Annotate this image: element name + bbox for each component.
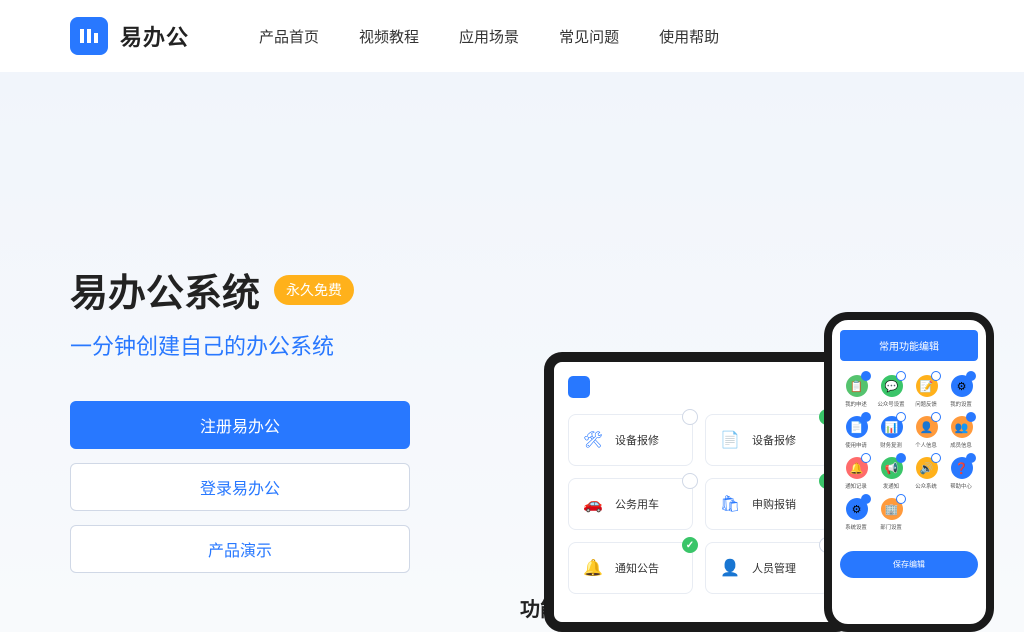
- hero-left: 易办公系统 永久免费 一分钟创建自己的办公系统 注册易办公 登录易办公 产品演示: [70, 142, 410, 632]
- hero-section: 易办公系统 永久免费 一分钟创建自己的办公系统 注册易办公 登录易办公 产品演示…: [0, 72, 1024, 632]
- tile-check-icon[interactable]: [682, 537, 698, 553]
- phone-app-check-icon[interactable]: [896, 453, 906, 463]
- main-nav: 产品首页 视频教程 应用场景 常见问题 使用帮助: [259, 26, 719, 47]
- phone-app-label: 公众系统: [916, 481, 938, 489]
- phone-app-label: 通知记录: [846, 481, 868, 489]
- phone-app-check-icon[interactable]: [896, 494, 906, 504]
- phone-app[interactable]: 📢发通知: [875, 453, 908, 490]
- tile-label: 设备报修: [615, 432, 659, 448]
- phone-app-check-icon[interactable]: [861, 453, 871, 463]
- phone-app-label: 部门设置: [881, 522, 903, 530]
- phone-app[interactable]: ⚙系统设置: [840, 494, 873, 531]
- tile-icon: 📄: [716, 426, 744, 454]
- tablet-tile[interactable]: 📄 设备报修: [705, 414, 830, 466]
- phone-app-label: 个人信息: [916, 440, 938, 448]
- tile-icon: 🔔: [579, 554, 607, 582]
- phone-app[interactable]: 💬公众号设置: [875, 371, 908, 408]
- phone-app-check-icon[interactable]: [931, 412, 941, 422]
- nav-item-home[interactable]: 产品首页: [259, 26, 319, 47]
- tile-label: 申购报销: [752, 496, 796, 512]
- nav-item-faq[interactable]: 常见问题: [559, 26, 619, 47]
- phone-app-label: 使用申请: [846, 440, 868, 448]
- phone-app-label: 发通知: [883, 481, 899, 489]
- device-preview: 🛠 设备报修 📄 设备报修 🚗 公务用车 🛍 申购报销 🔔 通知公告 👤 人员管理 常用功能编辑 📋我…: [544, 312, 994, 632]
- tile-label: 公务用车: [615, 496, 659, 512]
- phone-app-check-icon[interactable]: [861, 494, 871, 504]
- phone-header: 常用功能编辑: [840, 330, 978, 361]
- tablet-logo-icon: [568, 376, 590, 398]
- phone-app-check-icon[interactable]: [931, 453, 941, 463]
- nav-item-video[interactable]: 视频教程: [359, 26, 419, 47]
- phone-app[interactable]: 🏢部门设置: [875, 494, 908, 531]
- tile-check-icon[interactable]: [682, 409, 698, 425]
- phone-app-check-icon[interactable]: [861, 412, 871, 422]
- phone-app-label: 问题反馈: [916, 399, 938, 407]
- phone-app[interactable]: 👤个人信息: [910, 412, 943, 449]
- phone-app[interactable]: ⚙我的设置: [945, 371, 978, 408]
- tablet-tile[interactable]: 🛠 设备报修: [568, 414, 693, 466]
- phone-app-check-icon[interactable]: [896, 412, 906, 422]
- demo-button[interactable]: 产品演示: [70, 525, 410, 573]
- phone-app[interactable]: 📋我的申述: [840, 371, 873, 408]
- phone-app-label: 我的申述: [846, 399, 868, 407]
- phone-mockup: 常用功能编辑 📋我的申述💬公众号设置📝问题反馈⚙我的设置 📄使用申请📊财务复测👤个…: [824, 312, 994, 632]
- phone-app-check-icon[interactable]: [966, 371, 976, 381]
- free-badge: 永久免费: [274, 275, 354, 305]
- tile-check-icon[interactable]: [682, 473, 698, 489]
- phone-app-check-icon[interactable]: [966, 412, 976, 422]
- phone-app-label: 公众号设置: [878, 399, 905, 407]
- phone-app-label: 我的设置: [951, 399, 973, 407]
- phone-save-button[interactable]: 保存编辑: [840, 551, 978, 578]
- logo-icon: [70, 17, 108, 55]
- tile-label: 人员管理: [752, 560, 796, 576]
- phone-app-check-icon[interactable]: [966, 453, 976, 463]
- tile-label: 设备报修: [752, 432, 796, 448]
- header: 易办公 产品首页 视频教程 应用场景 常见问题 使用帮助: [0, 0, 1024, 72]
- phone-app[interactable]: 🔊公众系统: [910, 453, 943, 490]
- phone-app-check-icon[interactable]: [931, 371, 941, 381]
- phone-app-label: 成员信息: [951, 440, 973, 448]
- brand-name: 易办公: [120, 20, 189, 52]
- logo[interactable]: 易办公: [70, 17, 189, 55]
- register-button[interactable]: 注册易办公: [70, 401, 410, 449]
- tile-icon: 🛠: [579, 426, 607, 454]
- tablet-tile[interactable]: 👤 人员管理: [705, 542, 830, 594]
- phone-app-label: 帮助中心: [951, 481, 973, 489]
- phone-app-check-icon[interactable]: [896, 371, 906, 381]
- phone-app[interactable]: 👥成员信息: [945, 412, 978, 449]
- tile-icon: 👤: [716, 554, 744, 582]
- phone-app[interactable]: 📄使用申请: [840, 412, 873, 449]
- phone-app[interactable]: ❓帮助中心: [945, 453, 978, 490]
- nav-item-scenarios[interactable]: 应用场景: [459, 26, 519, 47]
- phone-app-label: 财务复测: [881, 440, 903, 448]
- tablet-mockup: 🛠 设备报修 📄 设备报修 🚗 公务用车 🛍 申购报销 🔔 通知公告 👤 人员管理: [544, 352, 854, 632]
- phone-app-check-icon[interactable]: [861, 371, 871, 381]
- phone-app-label: 系统设置: [846, 522, 868, 530]
- hero-subtitle: 一分钟创建自己的办公系统: [70, 329, 410, 361]
- hero-title: 易办公系统: [70, 262, 260, 317]
- tile-label: 通知公告: [615, 560, 659, 576]
- tile-icon: 🛍: [716, 490, 744, 518]
- tablet-tile[interactable]: 🚗 公务用车: [568, 478, 693, 530]
- tablet-tile[interactable]: 🔔 通知公告: [568, 542, 693, 594]
- phone-app[interactable]: 🔔通知记录: [840, 453, 873, 490]
- tile-icon: 🚗: [579, 490, 607, 518]
- phone-app[interactable]: 📊财务复测: [875, 412, 908, 449]
- nav-item-help[interactable]: 使用帮助: [659, 26, 719, 47]
- login-button[interactable]: 登录易办公: [70, 463, 410, 511]
- phone-app[interactable]: 📝问题反馈: [910, 371, 943, 408]
- tablet-tile[interactable]: 🛍 申购报销: [705, 478, 830, 530]
